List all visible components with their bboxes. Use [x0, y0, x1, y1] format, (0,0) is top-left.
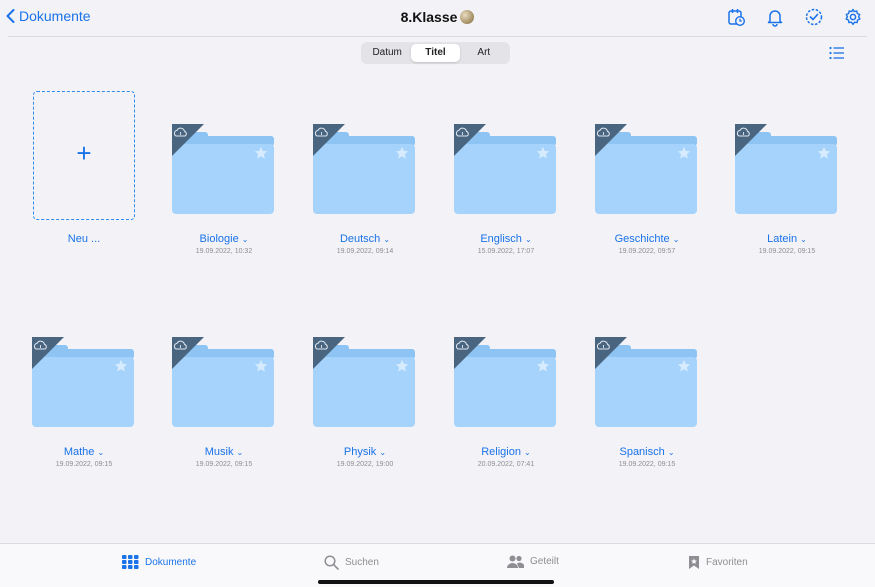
- folder-physik[interactable]: [311, 337, 421, 432]
- folder-mathe[interactable]: [30, 337, 140, 432]
- bell-icon[interactable]: [765, 7, 785, 27]
- star-icon[interactable]: [114, 359, 128, 373]
- folder-deutsch[interactable]: [311, 124, 421, 219]
- folder-name: Musik ⌄: [204, 446, 244, 458]
- cloud-sync-icon: [172, 124, 204, 156]
- folder-name: Latein ⌄: [767, 233, 807, 245]
- folder-name: Englisch ⌄: [480, 233, 532, 245]
- home-indicator: [318, 580, 554, 584]
- chevron-down-icon: ⌄: [524, 235, 532, 244]
- check-circle-icon[interactable]: [804, 7, 824, 27]
- calendar-clock-icon[interactable]: [726, 7, 746, 27]
- new-item-button[interactable]: +: [33, 91, 135, 220]
- folder-label[interactable]: Englisch ⌄ 15.09.2022, 17:07: [436, 233, 576, 256]
- gear-icon[interactable]: [843, 7, 863, 27]
- star-icon[interactable]: [677, 146, 691, 160]
- tab-geteilt[interactable]: Geteilt: [507, 555, 559, 568]
- folder-date: 19.09.2022, 09:14: [336, 248, 394, 255]
- tab-dokumente[interactable]: Dokumente: [122, 555, 196, 569]
- cloud-sync-icon: [595, 124, 627, 156]
- folder-date: 20.09.2022, 07:41: [477, 461, 535, 468]
- folder-name: Physik ⌄: [343, 446, 387, 458]
- chevron-down-icon: ⌄: [241, 235, 249, 244]
- folder-date: 19.09.2022, 09:15: [758, 248, 816, 255]
- star-icon[interactable]: [677, 359, 691, 373]
- search-icon: [324, 555, 339, 570]
- star-icon[interactable]: [254, 359, 268, 373]
- cloud-sync-icon: [595, 337, 627, 369]
- chevron-down-icon: ⌄: [236, 448, 244, 457]
- star-icon[interactable]: [536, 359, 550, 373]
- folder-latein[interactable]: [733, 124, 843, 219]
- star-icon[interactable]: [254, 146, 268, 160]
- folder-date: 19.09.2022, 09:15: [55, 461, 113, 468]
- cloud-sync-icon: [32, 337, 64, 369]
- folder-englisch[interactable]: [452, 124, 562, 219]
- folder-name: Mathe ⌄: [63, 446, 105, 458]
- folder-date: 19.09.2022, 10:32: [195, 248, 253, 255]
- bookmark-icon: [689, 556, 699, 569]
- chevron-down-icon: ⌄: [524, 448, 531, 457]
- folder-geschichte[interactable]: [593, 124, 703, 219]
- cloud-sync-icon: [313, 337, 345, 369]
- tab-suchen[interactable]: Suchen: [324, 555, 379, 570]
- folder-label[interactable]: Musik ⌄ 19.09.2022, 09:15: [154, 446, 294, 469]
- cloud-sync-icon: [454, 124, 486, 156]
- plus-icon: +: [76, 138, 92, 168]
- navigation-bar: Dokumente 8.Klasse: [0, 0, 875, 36]
- folder-label[interactable]: Deutsch ⌄ 19.09.2022, 09:14: [295, 233, 435, 256]
- new-item-label[interactable]: Neu ...: [33, 233, 135, 245]
- people-icon: [507, 555, 524, 568]
- grid-icon: [122, 555, 139, 569]
- sort-option-datum[interactable]: Datum: [363, 44, 411, 62]
- folder-spanisch[interactable]: [593, 337, 703, 432]
- folder-date: 19.09.2022, 09:15: [195, 461, 253, 468]
- sort-option-titel[interactable]: Titel: [411, 44, 460, 62]
- chevron-down-icon: ⌄: [383, 235, 391, 244]
- chevron-down-icon: ⌄: [800, 235, 807, 244]
- folder-label[interactable]: Geschichte ⌄ 19.09.2022, 09:57: [577, 233, 717, 256]
- tab-favoriten[interactable]: Favoriten: [688, 555, 748, 570]
- folder-name: Geschichte ⌄: [614, 233, 680, 245]
- star-icon[interactable]: [817, 146, 831, 160]
- chevron-down-icon: ⌄: [672, 235, 680, 244]
- cloud-sync-icon: [313, 124, 345, 156]
- chevron-down-icon: ⌄: [667, 448, 675, 457]
- folder-biologie[interactable]: [170, 124, 280, 219]
- cloud-sync-icon: [172, 337, 204, 369]
- folder-label[interactable]: Physik ⌄ 19.09.2022, 19:00: [295, 446, 435, 469]
- chevron-down-icon: ⌄: [97, 448, 105, 457]
- folder-name: Spanisch ⌄: [619, 446, 675, 458]
- list-view-icon[interactable]: [829, 46, 845, 60]
- toolbar-icons: [726, 7, 863, 27]
- sort-segmented-control: Datum Titel Art: [361, 42, 510, 64]
- folder-label[interactable]: Religion ⌄ 20.09.2022, 07:41: [436, 446, 576, 469]
- header-divider: [8, 36, 867, 37]
- emoji-coin-icon: [460, 10, 475, 24]
- folder-name: Deutsch ⌄: [339, 233, 391, 245]
- folder-date: 15.09.2022, 17:07: [477, 248, 535, 255]
- folder-date: 19.09.2022, 09:15: [618, 461, 676, 468]
- folder-name: Religion ⌄: [481, 446, 531, 458]
- folder-label[interactable]: Mathe ⌄ 19.09.2022, 09:15: [14, 446, 154, 469]
- folder-date: 19.09.2022, 09:57: [618, 248, 676, 255]
- folder-musik[interactable]: [170, 337, 280, 432]
- star-icon[interactable]: [395, 146, 409, 160]
- cloud-sync-icon: [454, 337, 486, 369]
- cloud-sync-icon: [735, 124, 767, 156]
- chevron-down-icon: ⌄: [379, 448, 387, 457]
- folder-label[interactable]: Biologie ⌄ 19.09.2022, 10:32: [154, 233, 294, 256]
- folder-date: 19.09.2022, 19:00: [336, 461, 394, 468]
- star-icon[interactable]: [536, 146, 550, 160]
- folder-name: Biologie ⌄: [199, 233, 249, 245]
- folder-label[interactable]: Latein ⌄ 19.09.2022, 09:15: [717, 233, 857, 256]
- star-icon[interactable]: [395, 359, 409, 373]
- sort-option-art[interactable]: Art: [460, 44, 508, 62]
- folder-religion[interactable]: [452, 337, 562, 432]
- folder-label[interactable]: Spanisch ⌄ 19.09.2022, 09:15: [577, 446, 717, 469]
